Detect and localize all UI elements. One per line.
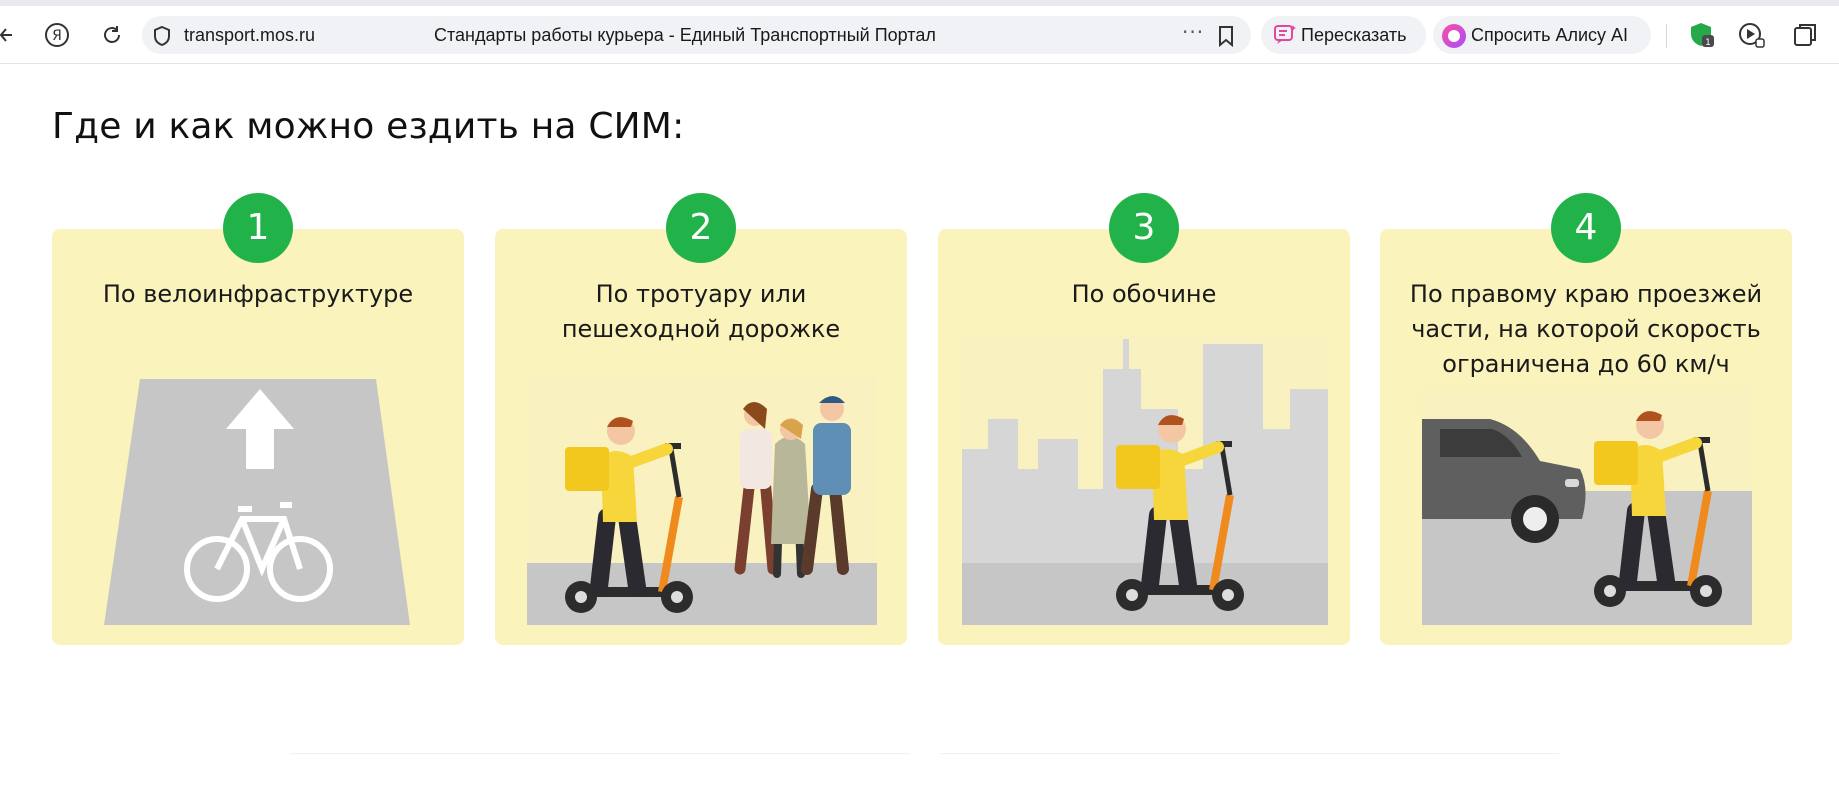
yandex-logo-icon[interactable]: Я xyxy=(42,20,72,50)
page-heading: Где и как можно ездить на СИМ: xyxy=(52,106,685,147)
alice-icon xyxy=(1441,23,1467,54)
card-road-edge: По правому краю проезжей части, на котор… xyxy=(1380,229,1792,645)
browser-toolbar: Я transport.mos.ru Стандарты работы курь… xyxy=(0,6,1839,64)
extension-badge-count: 1 xyxy=(1705,38,1711,48)
roadside-illustration xyxy=(962,335,1328,627)
collections-icon[interactable] xyxy=(1790,20,1820,50)
next-section-edge xyxy=(290,753,910,758)
card-roadside: По обочине xyxy=(938,229,1350,645)
step-badge-3: 3 xyxy=(1109,193,1179,263)
address-bar[interactable]: transport.mos.ru Стандарты работы курьер… xyxy=(142,16,1251,54)
protect-extension-icon[interactable]: 1 xyxy=(1688,20,1718,50)
retell-label: Пересказать xyxy=(1301,25,1407,45)
sidewalk-illustration xyxy=(527,375,877,627)
ask-alice-label: Спросить Алису AI xyxy=(1471,25,1629,45)
step-badge-4: 4 xyxy=(1551,193,1621,263)
play-ai-icon[interactable] xyxy=(1736,20,1766,50)
step-badge-1: 1 xyxy=(223,193,293,263)
toolbar-separator xyxy=(1666,24,1667,48)
road-edge-illustration xyxy=(1422,389,1752,627)
card-bike-infrastructure: По велоинфраструктуре xyxy=(52,229,464,645)
card-sidewalk: По тротуару или пешеходной дорожке xyxy=(495,229,907,645)
back-arrow-icon[interactable] xyxy=(0,20,14,50)
address-host[interactable]: transport.mos.ru xyxy=(184,25,315,46)
bike-lane-illustration xyxy=(104,379,410,625)
shield-icon[interactable] xyxy=(152,25,172,51)
reload-icon[interactable] xyxy=(97,20,127,50)
svg-text:Я: Я xyxy=(52,28,62,44)
bookmark-icon[interactable] xyxy=(1217,25,1235,51)
more-dots-icon[interactable]: ··· xyxy=(1182,20,1204,44)
address-page-title[interactable]: Стандарты работы курьера - Единый Трансп… xyxy=(434,25,936,46)
step-badge-2: 2 xyxy=(666,193,736,263)
ask-alice-button[interactable]: Спросить Алису AI xyxy=(1433,16,1651,54)
retell-button[interactable]: Пересказать xyxy=(1261,16,1426,54)
next-section-edge xyxy=(940,753,1560,758)
retell-icon xyxy=(1273,24,1297,51)
